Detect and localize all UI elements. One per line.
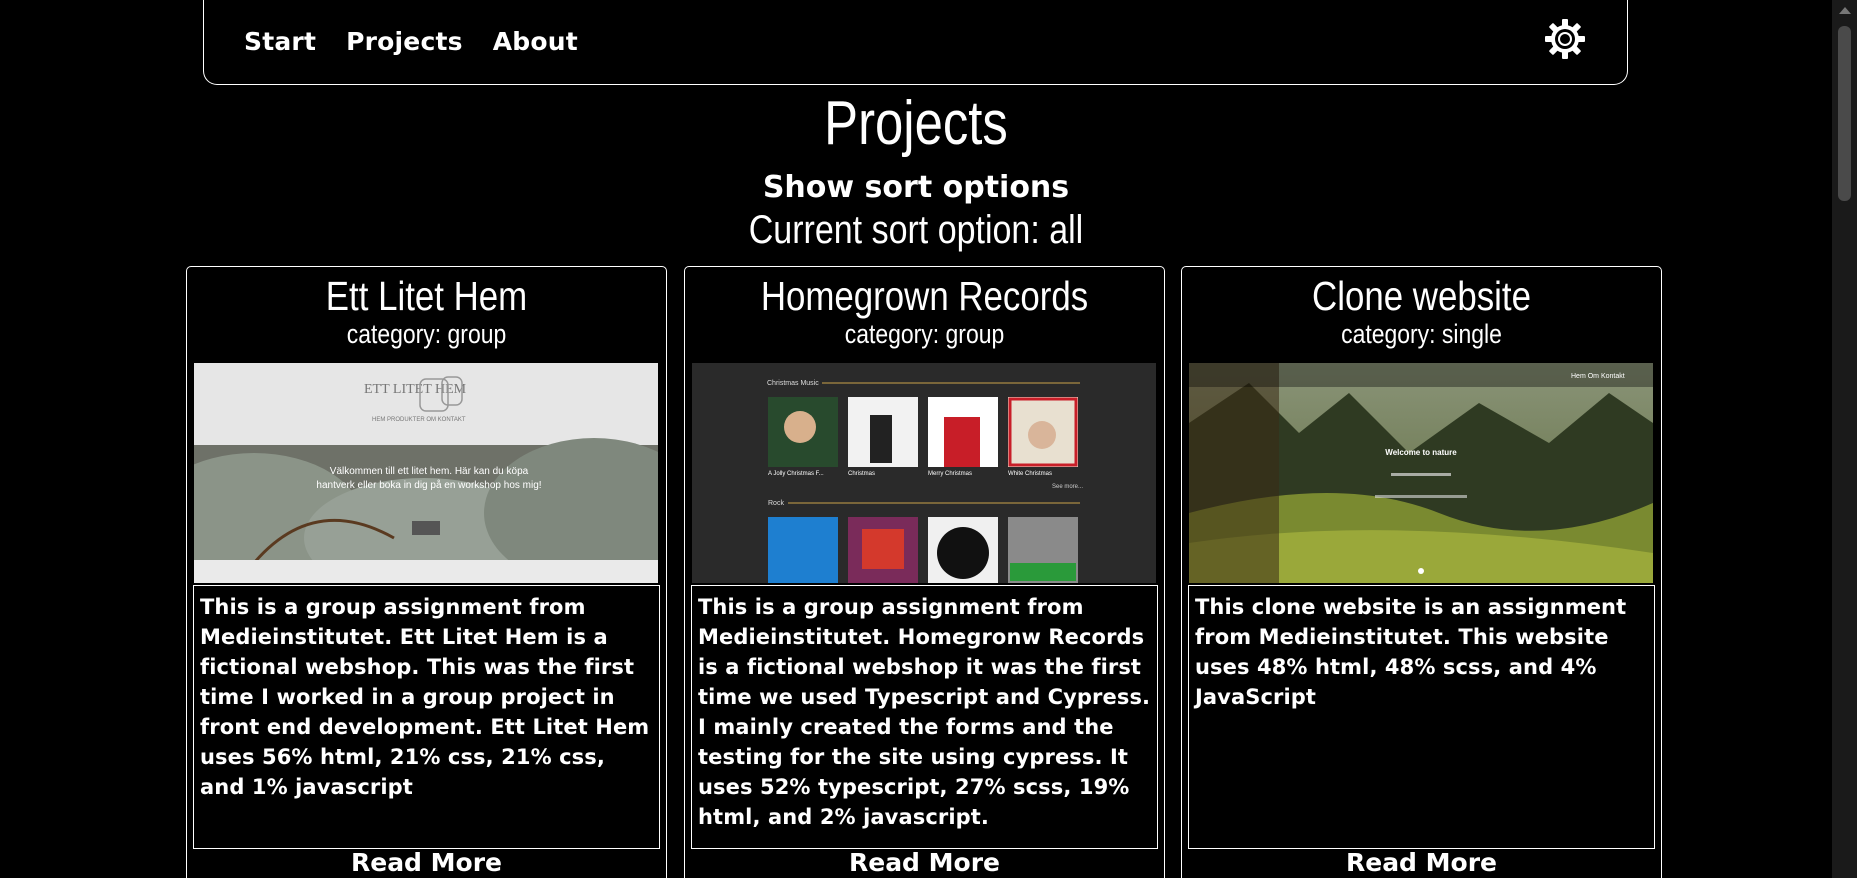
card-description: This is a group assignment from Medieins…	[691, 585, 1158, 849]
card-description: This clone website is an assignment from…	[1188, 585, 1655, 849]
image-hero-text: Welcome to nature	[1385, 448, 1457, 457]
show-sort-options-button[interactable]: Show sort options	[0, 170, 1832, 205]
project-screenshot: ETT LITET HEM HEM PRODUKTER OM KONTAKT V…	[194, 363, 658, 583]
read-more-button[interactable]: Read More	[187, 848, 666, 877]
top-navigation: Start Projects About	[203, 0, 1628, 85]
image-hero-text: Välkommen till ett litet hem. Här kan du…	[316, 466, 542, 491]
card-category: category: group	[346, 319, 507, 349]
image-logo-text: ETT LITET HEM	[364, 382, 467, 397]
image-album-1: A Jolly Christmas F...	[768, 471, 824, 477]
card-title: Homegrown Records	[760, 273, 1089, 319]
image-album-2: Christmas	[848, 471, 875, 477]
nav-link-start[interactable]: Start	[244, 27, 316, 56]
image-section-christmas: Christmas Music	[767, 380, 819, 387]
scrollbar-thumb[interactable]	[1838, 26, 1851, 201]
project-screenshot: Christmas Music A Jolly Christmas F... C…	[692, 363, 1156, 583]
project-card: Ett Litet Hem category: group ETT LITET …	[186, 266, 667, 878]
image-nav-text: Hem Om Kontakt	[1571, 373, 1625, 380]
page: Start Projects About Projects Show sort …	[0, 0, 1857, 878]
image-section-rock: Rock	[768, 500, 784, 507]
read-more-button[interactable]: Read More	[685, 848, 1164, 877]
image-album-3: Merry Christmas	[928, 471, 972, 477]
project-screenshot: Hem Om Kontakt Welcome to nature	[1189, 363, 1653, 583]
card-category: category: single	[1341, 319, 1502, 349]
nav-link-about[interactable]: About	[493, 27, 578, 56]
scroll-up-arrow-icon[interactable]	[1839, 7, 1851, 14]
image-see-more: See more...	[1052, 484, 1083, 490]
image-album-4: White Christmas	[1008, 471, 1052, 477]
project-card: Clone website category: single Hem Om Ko…	[1181, 266, 1662, 878]
card-title: Clone website	[1312, 273, 1531, 319]
nav-links: Start Projects About	[244, 27, 578, 56]
vertical-scrollbar[interactable]	[1832, 0, 1857, 878]
page-title: Projects	[824, 89, 1008, 158]
card-title: Ett Litet Hem	[325, 273, 528, 319]
gear-icon[interactable]	[1543, 17, 1587, 61]
read-more-button[interactable]: Read More	[1182, 848, 1661, 877]
card-category: category: group	[844, 319, 1005, 349]
nav-link-projects[interactable]: Projects	[346, 27, 463, 56]
card-description: This is a group assignment from Medieins…	[193, 585, 660, 849]
image-menu-text: HEM PRODUKTER OM KONTAKT	[372, 417, 466, 423]
project-card: Homegrown Records category: group Christ…	[684, 266, 1165, 878]
current-sort-option: Current sort option: all	[748, 208, 1084, 252]
